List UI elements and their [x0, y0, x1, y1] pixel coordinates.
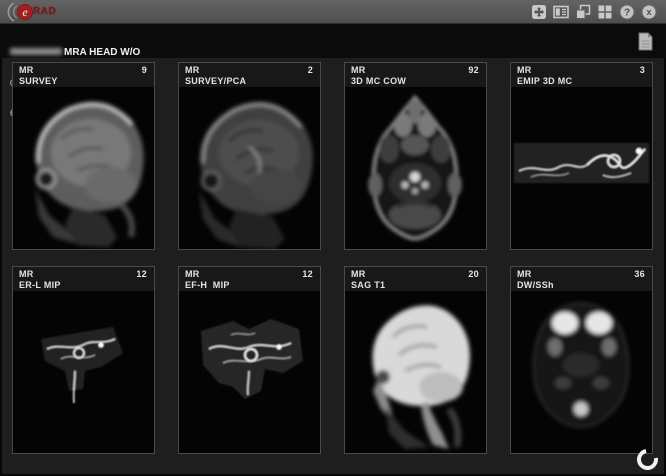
thumbnail-image-3d-mc-cow — [345, 87, 486, 249]
series-name: SURVEY — [13, 75, 154, 86]
series-name: ER-L MIP — [13, 279, 154, 290]
series-thumbnail-survey[interactable]: MR 9 SURVEY — [12, 62, 155, 250]
thumbnail-image-survey-pca — [179, 87, 320, 249]
series-count: 12 — [136, 269, 147, 279]
patient-name-redacted — [10, 48, 62, 55]
series-modality: MR — [517, 269, 532, 279]
app-window: e RAD — [0, 0, 666, 476]
series-modality: MR — [19, 269, 34, 279]
series-thumbnail-er-l-mip[interactable]: MR 12 ER-L MIP — [12, 266, 155, 454]
patient-info-bar: 01/01/60 F 6667 MRA HEAD W/O 09/12/07 07… — [0, 24, 666, 58]
series-name: DW/SSh — [511, 279, 652, 290]
study-description: MRA HEAD W/O — [64, 47, 140, 58]
series-thumbnail-3d-mc-cow[interactable]: MR 92 3D MC COW — [344, 62, 487, 250]
series-count: 36 — [634, 269, 645, 279]
series-name: EMIP 3D MC — [511, 75, 652, 86]
series-count: 20 — [468, 269, 479, 279]
series-header: MR 36 DW/SSh — [511, 267, 652, 291]
series-thumbnail-dw-ssh[interactable]: MR 36 DW/SSh — [510, 266, 653, 454]
top-toolbar: e RAD — [0, 0, 666, 24]
layout-panels-icon[interactable] — [552, 3, 570, 21]
erad-logo-mark: e — [5, 1, 35, 23]
thumbnail-image-emip-3d-mc — [511, 87, 652, 249]
series-header: MR 3 EMIP 3D MC — [511, 63, 652, 87]
help-glyph: ? — [624, 8, 630, 19]
series-header: MR 12 ER-L MIP — [13, 267, 154, 291]
series-modality: MR — [19, 65, 34, 75]
thumbnail-image-ef-h-mip — [179, 291, 320, 453]
series-count: 2 — [308, 65, 313, 75]
series-thumbnail-sag-t1[interactable]: MR 20 SAG T1 — [344, 266, 487, 454]
series-header: MR 12 EF-H MIP — [179, 267, 320, 291]
series-count: 3 — [640, 65, 645, 75]
tile-windows-icon[interactable] — [596, 3, 614, 21]
report-document-icon[interactable] — [636, 32, 654, 52]
thumbnail-image-er-l-mip — [13, 291, 154, 453]
series-header: MR 9 SURVEY — [13, 63, 154, 87]
series-header: MR 2 SURVEY/PCA — [179, 63, 320, 87]
thumbnail-image-survey — [13, 87, 154, 249]
brand-name: RAD — [33, 6, 56, 17]
window-controls: ? x — [530, 0, 658, 24]
series-name: SAG T1 — [345, 279, 486, 290]
series-modality: MR — [185, 65, 200, 75]
series-thumbnail-survey-pca[interactable]: MR 2 SURVEY/PCA — [178, 62, 321, 250]
close-glyph: x — [646, 7, 651, 17]
series-name: SURVEY/PCA — [179, 75, 320, 86]
series-modality: MR — [185, 269, 200, 279]
series-name: 3D MC COW — [345, 75, 486, 86]
series-header: MR 20 SAG T1 — [345, 267, 486, 291]
series-modality: MR — [351, 269, 366, 279]
thumbnail-image-dw-ssh — [511, 291, 652, 453]
close-icon[interactable]: x — [640, 3, 658, 21]
series-modality: MR — [351, 65, 366, 75]
series-count: 9 — [142, 65, 147, 75]
help-icon[interactable]: ? — [618, 3, 636, 21]
series-modality: MR — [517, 65, 532, 75]
fit-to-window-icon[interactable] — [530, 3, 548, 21]
cascade-windows-icon[interactable] — [574, 3, 592, 21]
series-thumbnail-emip-3d-mc[interactable]: MR 3 EMIP 3D MC — [510, 62, 653, 250]
series-thumbnail-ef-h-mip[interactable]: MR 12 EF-H MIP — [178, 266, 321, 454]
thumbnail-image-sag-t1 — [345, 291, 486, 453]
series-count: 92 — [468, 65, 479, 75]
erad-logo: e RAD — [5, 1, 56, 23]
series-name: EF-H MIP — [179, 279, 320, 290]
series-header: MR 92 3D MC COW — [345, 63, 486, 87]
series-count: 12 — [302, 269, 313, 279]
brand-e-glyph: e — [22, 5, 28, 19]
